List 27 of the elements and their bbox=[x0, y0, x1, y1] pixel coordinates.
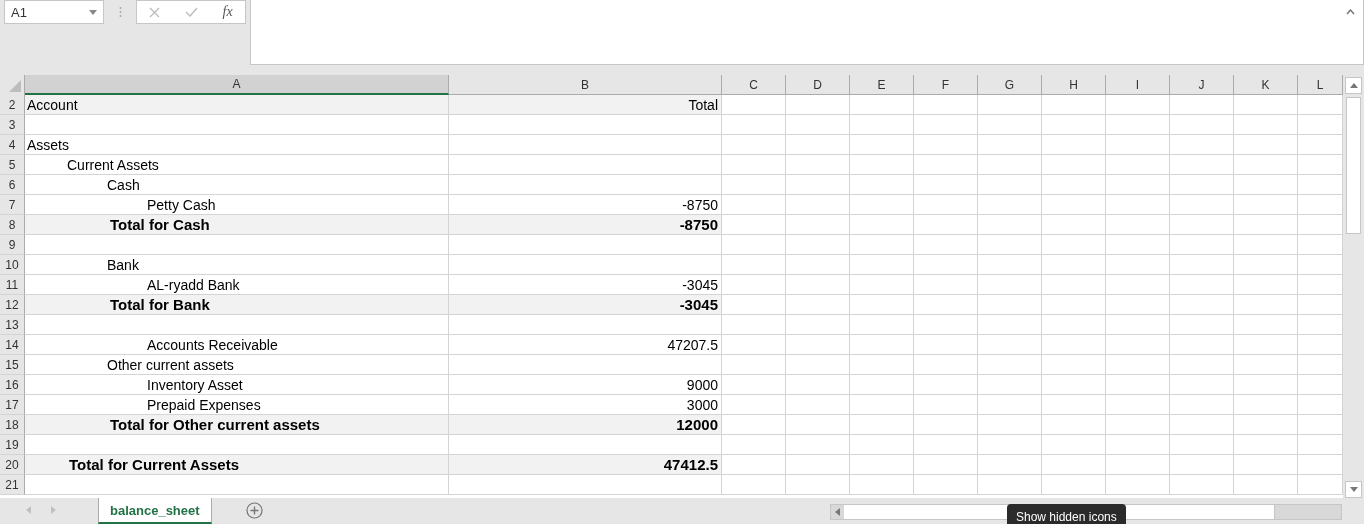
total-cell: Total bbox=[449, 95, 722, 115]
account-cell: Total for Current Assets bbox=[25, 455, 449, 475]
total-cell: 47412.5 bbox=[449, 455, 722, 475]
account-cell: Prepaid Expenses bbox=[25, 395, 449, 415]
account-cell: Current Assets bbox=[25, 155, 449, 175]
account-cell: Inventory Asset bbox=[25, 375, 449, 395]
total-cell: -8750 bbox=[449, 215, 722, 235]
tooltip: Show hidden icons bbox=[1007, 504, 1126, 524]
total-cell: -8750 bbox=[449, 195, 722, 215]
account-cell: Accounts Receivable bbox=[25, 335, 449, 355]
total-cell: -3045 bbox=[449, 275, 722, 295]
account-cell: Bank bbox=[25, 255, 449, 275]
account-cell: Total for Other current assets bbox=[25, 415, 449, 435]
account-cell: Total for Bank bbox=[25, 295, 449, 315]
account-cell: Other current assets bbox=[25, 355, 449, 375]
total-cell: 12000 bbox=[449, 415, 722, 435]
account-cell: AL-ryadd Bank bbox=[25, 275, 449, 295]
account-cell: Total for Cash bbox=[25, 215, 449, 235]
total-cell: 3000 bbox=[449, 395, 722, 415]
cell-reference: A1 bbox=[11, 4, 27, 20]
account-cell: Cash bbox=[25, 175, 449, 195]
total-cell: 47207.5 bbox=[449, 335, 722, 355]
account-cell: Assets bbox=[25, 135, 449, 155]
total-cell: 9000 bbox=[449, 375, 722, 395]
total-cell: -3045 bbox=[449, 295, 722, 315]
account-cell: Petty Cash bbox=[25, 195, 449, 215]
account-cell: Account bbox=[25, 95, 449, 115]
